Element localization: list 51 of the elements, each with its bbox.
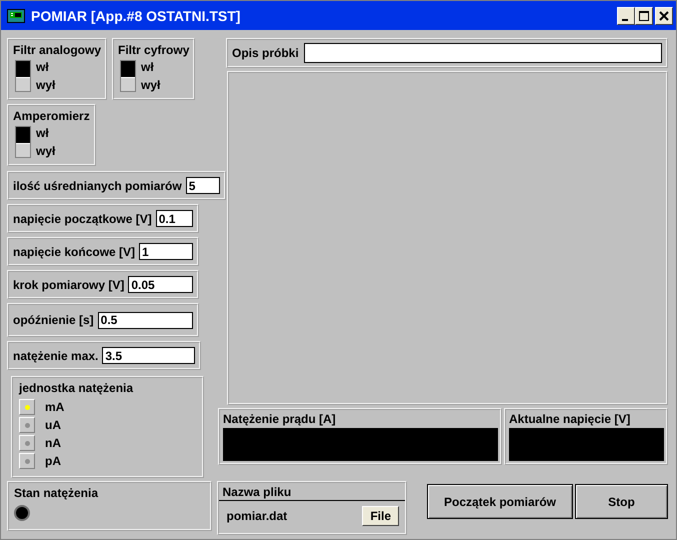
radio-button[interactable] (19, 453, 35, 469)
radio-button[interactable] (19, 417, 35, 433)
off-label: wył (36, 144, 56, 158)
parameter-field[interactable]: 0.05 (128, 276, 193, 293)
minimize-icon (622, 18, 628, 20)
maximize-button[interactable] (635, 6, 653, 24)
start-button[interactable]: Początek pomiarów (427, 484, 573, 519)
close-button[interactable] (655, 6, 673, 24)
switch-label: Amperomierz (13, 109, 90, 123)
parameter-label: opóźnienie [s] (13, 313, 94, 327)
off-label: wył (141, 78, 160, 92)
unit-title: jednostka natężenia (19, 381, 134, 395)
file-title: Nazwa pliku (218, 485, 405, 501)
radio-button[interactable] (19, 435, 35, 451)
display-label: Aktualne napięcie [V] (509, 412, 632, 426)
radio-button[interactable] (19, 399, 35, 415)
minimize-button[interactable] (617, 6, 635, 24)
parameter-field[interactable]: 3.5 (102, 347, 195, 364)
switch-label: Filtr analogowy (13, 43, 102, 57)
toggle-switch[interactable] (120, 60, 136, 92)
file-button[interactable]: File (362, 506, 399, 526)
off-label: wył (36, 78, 56, 92)
stop-button[interactable]: Stop (575, 484, 668, 519)
parameter-field[interactable]: 0.5 (98, 312, 193, 328)
close-icon (659, 10, 669, 20)
radio-label: nA (45, 436, 61, 450)
parameter-label: napięcie końcowe [V] (13, 244, 136, 258)
parameter-field[interactable]: 0.1 (156, 210, 193, 227)
window-title: POMIAR [App.#8 OSTATNI.TST] (31, 8, 240, 24)
app-icon (7, 8, 25, 24)
parameter-field[interactable]: 1 (139, 243, 193, 260)
radio-label: mA (45, 400, 64, 414)
toggle-switch[interactable] (15, 60, 31, 92)
parameter-field[interactable]: 5 (186, 177, 220, 194)
radio-label: pA (45, 454, 61, 468)
on-label: wł (141, 60, 155, 74)
parameter-label: natężenie max. (13, 348, 98, 362)
display-label: Natężenie prądu [A] (223, 412, 337, 426)
status-label: Stan natężenia (14, 486, 100, 500)
file-name: pomiar.dat (226, 509, 288, 523)
on-label: wł (36, 126, 50, 140)
parameter-label: napięcie początkowe [V] (13, 212, 152, 226)
sample-label: Opis próbki (232, 46, 299, 60)
maximize-icon (639, 10, 649, 20)
sample-field[interactable] (304, 43, 662, 63)
parameter-label: krok pomiarowy [V] (13, 278, 124, 292)
switch-label: Filtr cyfrowy (118, 43, 190, 57)
on-label: wł (36, 60, 50, 74)
toggle-switch[interactable] (15, 126, 31, 158)
radio-label: uA (45, 418, 61, 432)
parameter-label: ilość uśrednianych pomiarów (13, 178, 182, 192)
